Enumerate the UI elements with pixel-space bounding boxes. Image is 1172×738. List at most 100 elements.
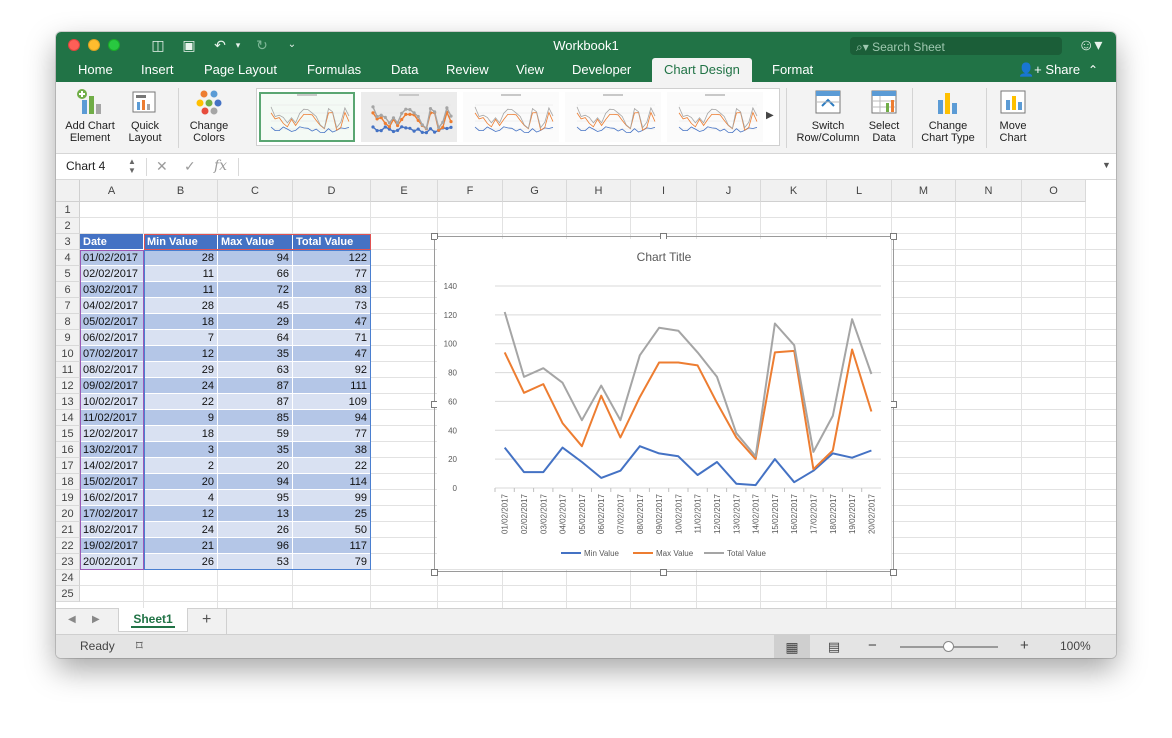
table-cell[interactable]: 47	[293, 314, 371, 330]
table-cell[interactable]: 18	[144, 314, 218, 330]
table-cell[interactable]: 20	[218, 458, 293, 474]
table-cell[interactable]: 79	[293, 554, 371, 570]
table-cell[interactable]: 01/02/2017	[80, 250, 144, 266]
tab-chart-design[interactable]: Chart Design	[652, 58, 752, 82]
quick-layout-button[interactable]: Quick Layout	[120, 88, 170, 144]
table-cell[interactable]: 28	[144, 250, 218, 266]
row-header[interactable]: 19	[56, 490, 80, 506]
select-data-button[interactable]: Select Data	[864, 88, 904, 144]
row-header[interactable]: 23	[56, 554, 80, 570]
row-header[interactable]: 24	[56, 570, 80, 586]
column-header[interactable]: B	[144, 180, 218, 202]
table-cell[interactable]: 95	[218, 490, 293, 506]
table-cell[interactable]: 109	[293, 394, 371, 410]
table-cell[interactable]: 02/02/2017	[80, 266, 144, 282]
table-cell[interactable]: 21	[144, 538, 218, 554]
resize-handle[interactable]	[890, 401, 897, 408]
tab-page-layout[interactable]: Page Layout	[204, 58, 277, 82]
table-cell[interactable]: 45	[218, 298, 293, 314]
select-all-corner[interactable]	[56, 180, 80, 202]
column-header[interactable]: G	[503, 180, 567, 202]
change-colors-button[interactable]: Change Colors	[184, 88, 234, 144]
table-cell[interactable]: 117	[293, 538, 371, 554]
sheet-tab-sheet1[interactable]: Sheet1	[118, 608, 188, 632]
column-header[interactable]: M	[892, 180, 956, 202]
table-cell[interactable]: 73	[293, 298, 371, 314]
table-cell[interactable]: 26	[144, 554, 218, 570]
table-cell[interactable]: 3	[144, 442, 218, 458]
table-cell[interactable]: 06/02/2017	[80, 330, 144, 346]
table-cell[interactable]: 72	[218, 282, 293, 298]
next-sheet-icon[interactable]: ▶	[92, 614, 100, 625]
tab-data[interactable]: Data	[391, 58, 418, 82]
table-cell[interactable]: 18	[144, 426, 218, 442]
table-cell[interactable]: 92	[293, 362, 371, 378]
column-header[interactable]: A	[80, 180, 144, 202]
chart-title[interactable]: Chart Title	[637, 250, 692, 264]
insert-function-icon[interactable]: fx	[214, 158, 227, 174]
cancel-icon[interactable]: ✕	[156, 158, 168, 175]
table-cell[interactable]: 77	[293, 266, 371, 282]
row-header[interactable]: 21	[56, 522, 80, 538]
table-cell[interactable]: 9	[144, 410, 218, 426]
table-cell[interactable]: 19/02/2017	[80, 538, 144, 554]
column-header[interactable]: K	[761, 180, 827, 202]
table-cell[interactable]: 83	[293, 282, 371, 298]
tab-review[interactable]: Review	[446, 58, 489, 82]
name-box-stepper-icon[interactable]: ▲ ▼	[128, 157, 136, 175]
table-cell[interactable]: 35	[218, 346, 293, 362]
row-header[interactable]: 22	[56, 538, 80, 554]
table-cell[interactable]: 07/02/2017	[80, 346, 144, 362]
table-cell[interactable]: 64	[218, 330, 293, 346]
table-cell[interactable]: 77	[293, 426, 371, 442]
tab-developer[interactable]: Developer	[572, 58, 631, 82]
table-cell[interactable]: 17/02/2017	[80, 506, 144, 522]
table-cell[interactable]: 11	[144, 266, 218, 282]
row-header[interactable]: 13	[56, 394, 80, 410]
resize-handle[interactable]	[890, 569, 897, 576]
switch-row-column-button[interactable]: Switch Row/Column	[792, 88, 864, 144]
table-cell[interactable]: 87	[218, 394, 293, 410]
search-input[interactable]: ⌕▾ Search Sheet	[850, 37, 1062, 55]
table-cell[interactable]: 96	[218, 538, 293, 554]
table-cell[interactable]: 38	[293, 442, 371, 458]
column-header[interactable]: L	[827, 180, 892, 202]
table-cell[interactable]: 114	[293, 474, 371, 490]
table-cell[interactable]: 10/02/2017	[80, 394, 144, 410]
row-header[interactable]: 6	[56, 282, 80, 298]
table-header-cell[interactable]: Max Value	[218, 234, 293, 250]
zoom-slider-thumb[interactable]	[943, 641, 954, 652]
table-cell[interactable]: 111	[293, 378, 371, 394]
table-cell[interactable]: 15/02/2017	[80, 474, 144, 490]
row-header[interactable]: 16	[56, 442, 80, 458]
resize-handle[interactable]	[431, 569, 438, 576]
row-header[interactable]: 25	[56, 586, 80, 602]
table-cell[interactable]: 63	[218, 362, 293, 378]
zoom-in-icon[interactable]: +	[1020, 637, 1029, 654]
tab-formulas[interactable]: Formulas	[307, 58, 361, 82]
table-cell[interactable]: 7	[144, 330, 218, 346]
resize-handle[interactable]	[890, 233, 897, 240]
table-cell[interactable]: 03/02/2017	[80, 282, 144, 298]
gallery-next-icon[interactable]: ▶	[766, 110, 774, 121]
add-sheet-icon[interactable]: +	[202, 611, 211, 629]
table-cell[interactable]: 20	[144, 474, 218, 490]
table-cell[interactable]: 22	[293, 458, 371, 474]
table-cell[interactable]: 05/02/2017	[80, 314, 144, 330]
table-cell[interactable]: 16/02/2017	[80, 490, 144, 506]
row-header[interactable]: 8	[56, 314, 80, 330]
table-cell[interactable]: 122	[293, 250, 371, 266]
table-cell[interactable]: 35	[218, 442, 293, 458]
row-header[interactable]: 9	[56, 330, 80, 346]
table-cell[interactable]: 26	[218, 522, 293, 538]
table-cell[interactable]: 25	[293, 506, 371, 522]
table-cell[interactable]: 04/02/2017	[80, 298, 144, 314]
table-cell[interactable]: 29	[144, 362, 218, 378]
row-header[interactable]: 7	[56, 298, 80, 314]
column-header[interactable]: C	[218, 180, 293, 202]
row-header[interactable]: 5	[56, 266, 80, 282]
expand-formula-icon[interactable]: ▼	[1102, 160, 1111, 170]
zoom-level[interactable]: 100%	[1060, 639, 1091, 653]
row-header[interactable]: 2	[56, 218, 80, 234]
add-chart-element-button[interactable]: Add Chart Element	[62, 88, 118, 144]
